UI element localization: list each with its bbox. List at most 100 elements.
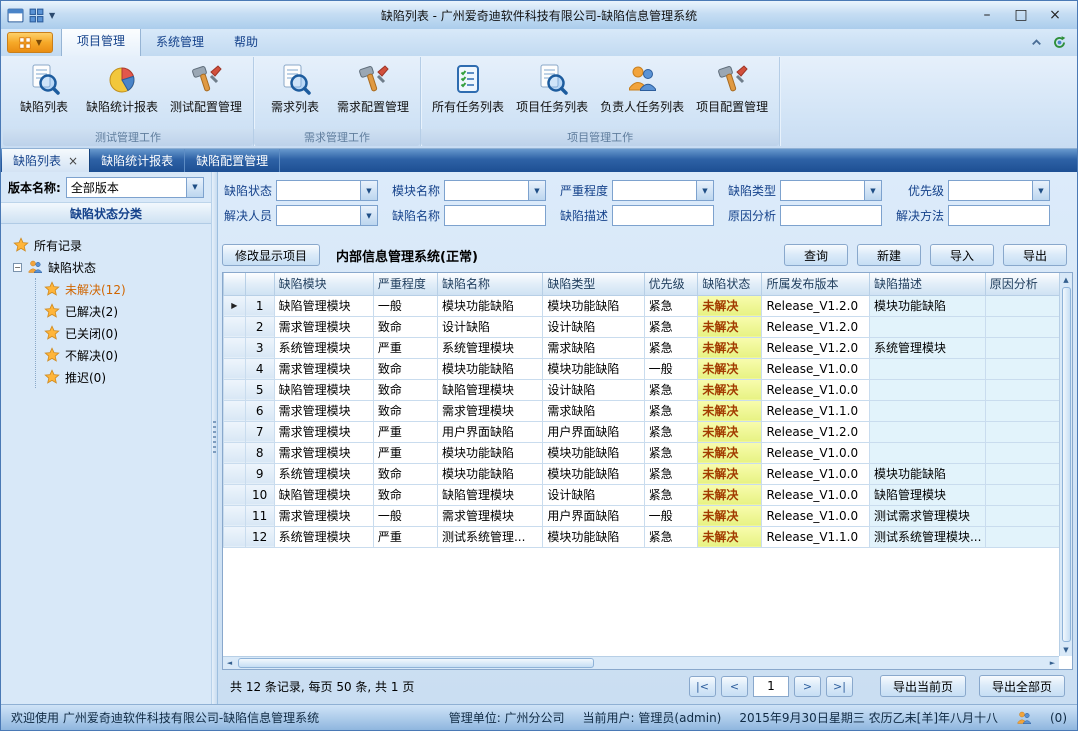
tree-item-status-1[interactable]: 已解决(2) bbox=[44, 300, 203, 322]
table-row[interactable]: 7需求管理模块严重用户界面缺陷用户界面缺陷紧急未解决Release_V1.2.0 bbox=[224, 421, 1060, 442]
ribbon-button-1-0[interactable]: 需求列表 bbox=[260, 60, 330, 117]
column-header-5[interactable]: 缺陷状态 bbox=[698, 273, 762, 295]
filter-combo-row1-2[interactable]: ▼ bbox=[612, 180, 714, 201]
grid-cell: 模块功能缺陷 bbox=[437, 358, 542, 379]
row-indicator-cell bbox=[224, 400, 246, 421]
tree-item-status-0[interactable]: 未解决(12) bbox=[44, 278, 203, 300]
grid-horizontal-scrollbar[interactable]: ◄ ► bbox=[223, 656, 1059, 669]
ribbon-tab-1[interactable]: 系统管理 bbox=[141, 28, 219, 56]
scroll-left-icon[interactable]: ◄ bbox=[223, 657, 236, 670]
tree-item-defect-status[interactable]: − 缺陷状态 bbox=[9, 256, 203, 278]
ribbon-groups: 缺陷列表缺陷统计报表测试配置管理测试管理工作需求列表需求配置管理需求管理工作所有… bbox=[1, 56, 1077, 149]
sidebar-splitter[interactable] bbox=[211, 172, 218, 704]
scroll-down-icon[interactable]: ▼ bbox=[1060, 643, 1073, 656]
vertical-scroll-thumb[interactable] bbox=[1062, 287, 1071, 642]
horizontal-scroll-track[interactable] bbox=[236, 657, 1046, 670]
ribbon-tab-row: ▼ 项目管理系统管理帮助 bbox=[1, 29, 1077, 56]
filter-combo-row2-0[interactable]: ▼ bbox=[276, 205, 378, 226]
refresh-icon[interactable] bbox=[1052, 35, 1067, 50]
ribbon-tab-2[interactable]: 帮助 bbox=[219, 28, 273, 56]
ribbon-button-1-1[interactable]: 需求配置管理 bbox=[332, 60, 414, 117]
filter-input-row2-1[interactable] bbox=[444, 205, 546, 226]
close-tab-icon[interactable]: × bbox=[68, 155, 78, 167]
table-row[interactable]: 4需求管理模块致命模块功能缺陷模块功能缺陷一般未解决Release_V1.0.0 bbox=[224, 358, 1060, 379]
version-select-value: 全部版本 bbox=[67, 179, 186, 196]
doc-tab-2[interactable]: 缺陷配置管理 bbox=[185, 149, 280, 172]
tree-item-status-4[interactable]: 推迟(0) bbox=[44, 366, 203, 388]
doc-tab-1[interactable]: 缺陷统计报表 bbox=[90, 149, 185, 172]
config-tools-icon bbox=[357, 63, 389, 95]
column-header-1[interactable]: 严重程度 bbox=[373, 273, 437, 295]
column-header-0[interactable]: 缺陷模块 bbox=[274, 273, 373, 295]
page-number-input[interactable] bbox=[753, 676, 789, 697]
ribbon-button-2-3[interactable]: 项目配置管理 bbox=[691, 60, 773, 117]
tree-item-status-2[interactable]: 已关闭(0) bbox=[44, 322, 203, 344]
new-button[interactable]: 新建 bbox=[857, 244, 921, 266]
chevron-down-icon: ▼ bbox=[36, 38, 42, 47]
import-button[interactable]: 导入 bbox=[930, 244, 994, 266]
table-row[interactable]: 6需求管理模块致命需求管理模块需求缺陷紧急未解决Release_V1.1.0 bbox=[224, 400, 1060, 421]
tree-item-status-3[interactable]: 不解决(0) bbox=[44, 344, 203, 366]
first-page-button[interactable]: |< bbox=[689, 676, 716, 697]
table-row[interactable]: ▶1缺陷管理模块一般模块功能缺陷模块功能缺陷紧急未解决Release_V1.2.… bbox=[224, 295, 1060, 316]
next-page-button[interactable]: > bbox=[794, 676, 821, 697]
scroll-right-icon[interactable]: ► bbox=[1046, 657, 1059, 670]
scroll-up-icon[interactable]: ▲ bbox=[1060, 273, 1073, 286]
export-current-page-button[interactable]: 导出当前页 bbox=[880, 675, 966, 697]
ribbon-button-2-0[interactable]: 所有任务列表 bbox=[427, 60, 509, 117]
filter-combo-row1-4[interactable]: ▼ bbox=[948, 180, 1050, 201]
prev-page-button[interactable]: < bbox=[721, 676, 748, 697]
close-button[interactable]: × bbox=[1039, 5, 1071, 25]
column-header-2[interactable]: 缺陷名称 bbox=[437, 273, 542, 295]
app-icon[interactable] bbox=[7, 7, 24, 24]
export-button[interactable]: 导出 bbox=[1003, 244, 1067, 266]
modify-columns-button[interactable]: 修改显示项目 bbox=[222, 244, 320, 266]
ribbon-button-2-1[interactable]: 项目任务列表 bbox=[511, 60, 593, 117]
ribbon-button-0-0[interactable]: 缺陷列表 bbox=[9, 60, 79, 117]
filter-input-row2-2[interactable] bbox=[612, 205, 714, 226]
table-row[interactable]: 10缺陷管理模块致命缺陷管理模块设计缺陷紧急未解决Release_V1.0.0缺… bbox=[224, 484, 1060, 505]
collapse-toggle-icon[interactable]: − bbox=[13, 263, 22, 272]
filter-input-row2-3[interactable] bbox=[780, 205, 882, 226]
ribbon-collapse-icon[interactable] bbox=[1029, 35, 1044, 50]
row-indicator-cell bbox=[224, 358, 246, 379]
filter-combo-row1-1[interactable]: ▼ bbox=[444, 180, 546, 201]
quick-access-dropdown-icon[interactable]: ▼ bbox=[49, 11, 55, 20]
grid-vertical-scrollbar[interactable]: ▲ ▼ bbox=[1059, 273, 1072, 656]
table-row[interactable]: 9系统管理模块致命模块功能缺陷模块功能缺陷紧急未解决Release_V1.0.0… bbox=[224, 463, 1060, 484]
horizontal-scroll-thumb[interactable] bbox=[238, 658, 594, 668]
quick-access-grid-icon[interactable] bbox=[28, 7, 45, 24]
table-row[interactable]: 11需求管理模块一般需求管理模块用户界面缺陷一般未解决Release_V1.0.… bbox=[224, 505, 1060, 526]
grid-cell: 未解决 bbox=[698, 526, 762, 547]
filter-input-row2-4[interactable] bbox=[948, 205, 1050, 226]
minimize-button[interactable]: – bbox=[971, 5, 1003, 25]
table-row[interactable]: 8需求管理模块严重模块功能缺陷模块功能缺陷紧急未解决Release_V1.0.0 bbox=[224, 442, 1060, 463]
ribbon-button-0-2[interactable]: 测试配置管理 bbox=[165, 60, 247, 117]
export-all-pages-button[interactable]: 导出全部页 bbox=[979, 675, 1065, 697]
filter-combo-row1-3[interactable]: ▼ bbox=[780, 180, 882, 201]
ribbon-button-2-2[interactable]: 负责人任务列表 bbox=[595, 60, 689, 117]
table-row[interactable]: 5缺陷管理模块致命缺陷管理模块设计缺陷紧急未解决Release_V1.0.0 bbox=[224, 379, 1060, 400]
doc-tab-0[interactable]: 缺陷列表× bbox=[2, 149, 90, 172]
ribbon-tab-0[interactable]: 项目管理 bbox=[61, 26, 141, 56]
filter-label: 缺陷名称 bbox=[390, 207, 440, 224]
last-page-button[interactable]: >| bbox=[826, 676, 853, 697]
tree-item-all-records[interactable]: 所有记录 bbox=[9, 234, 203, 256]
column-header-7[interactable]: 缺陷描述 bbox=[869, 273, 985, 295]
column-header-8[interactable]: 原因分析 bbox=[985, 273, 1059, 295]
table-row[interactable]: 12系统管理模块严重测试系统管理...模块功能缺陷紧急未解决Release_V1… bbox=[224, 526, 1060, 547]
ribbon-button-0-1[interactable]: 缺陷统计报表 bbox=[81, 60, 163, 117]
maximize-button[interactable]: □ bbox=[1005, 5, 1037, 25]
grid-cell: 模块功能缺陷 bbox=[437, 295, 542, 316]
query-button[interactable]: 查询 bbox=[784, 244, 848, 266]
filter-combo-row1-0[interactable]: ▼ bbox=[276, 180, 378, 201]
column-header-6[interactable]: 所属发布版本 bbox=[762, 273, 869, 295]
grid-cell: 未解决 bbox=[698, 337, 762, 358]
application-menu-button[interactable]: ▼ bbox=[7, 32, 53, 53]
column-header-3[interactable]: 缺陷类型 bbox=[543, 273, 644, 295]
table-row[interactable]: 3系统管理模块严重系统管理模块需求缺陷紧急未解决Release_V1.2.0系统… bbox=[224, 337, 1060, 358]
column-header-4[interactable]: 优先级 bbox=[644, 273, 698, 295]
version-select[interactable]: 全部版本 ▼ bbox=[66, 177, 204, 198]
table-row[interactable]: 2需求管理模块致命设计缺陷设计缺陷紧急未解决Release_V1.2.0 bbox=[224, 316, 1060, 337]
tree-item-label: 已解决(2) bbox=[65, 303, 118, 320]
